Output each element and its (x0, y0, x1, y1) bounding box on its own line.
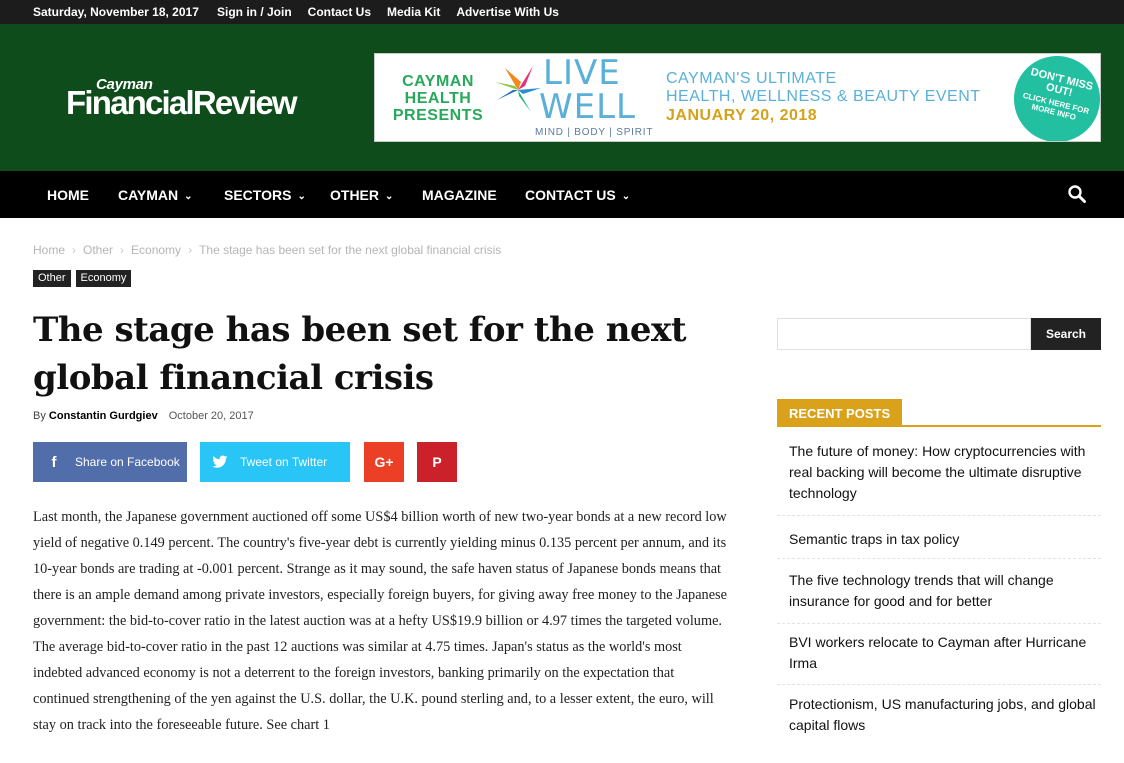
contact-us-link[interactable]: Contact Us (308, 5, 371, 19)
article-title: The stage has been set for the next glob… (33, 310, 687, 398)
nav-magazine[interactable]: MAGAZINE (422, 187, 497, 203)
sidebar-search: Search (777, 318, 1101, 350)
media-kit-link[interactable]: Media Kit (387, 5, 440, 19)
chevron-down-icon: ⌄ (184, 191, 193, 202)
top-links: Sign in / Join Contact Us Media Kit Adve… (217, 5, 559, 19)
advertise-link[interactable]: Advertise With Us (456, 5, 559, 19)
current-date: Saturday, November 18, 2017 (33, 5, 199, 19)
banner-tagline: MIND | BODY | SPIRIT (535, 127, 654, 138)
breadcrumb-home[interactable]: Home (33, 243, 65, 257)
twitter-icon (212, 455, 228, 468)
banner-ultimate: CAYMAN'S ULTIMATE (666, 70, 837, 87)
breadcrumb-economy[interactable]: Economy (131, 243, 181, 257)
article-body: Last month, the Japanese government auct… (33, 509, 727, 733)
nav-sectors[interactable]: SECTORS ⌄ (224, 187, 306, 203)
share-google-plus-button[interactable]: G+ (364, 442, 404, 482)
recent-post-1[interactable]: The future of money: How cryptocurrencie… (789, 441, 1099, 504)
chevron-down-icon: ⌄ (297, 191, 306, 202)
recent-post-3[interactable]: The five technology trends that will cha… (789, 570, 1099, 612)
share-facebook-button[interactable]: f Share on Facebook (33, 442, 187, 482)
recent-posts-header: RECENT POSTS (777, 399, 1101, 427)
nav-other[interactable]: OTHER ⌄ (330, 187, 393, 203)
share-pinterest-button[interactable]: P (417, 442, 457, 482)
nav-contact-us[interactable]: CONTACT US ⌄ (525, 187, 630, 203)
banner-presents: CAYMAN HEALTH PRESENTS (392, 73, 484, 124)
tag-economy[interactable]: Economy (75, 270, 132, 287)
tag-other[interactable]: Other (33, 270, 71, 287)
author-link[interactable]: Constantin Gurdgiev (49, 410, 158, 422)
breadcrumb-current: The stage has been set for the next glob… (199, 243, 502, 257)
search-input[interactable] (777, 318, 1031, 350)
ad-banner[interactable]: CAYMAN HEALTH PRESENTS LIVE WELL MIND | … (374, 53, 1101, 142)
recent-post-2[interactable]: Semantic traps in tax policy (789, 529, 1099, 550)
breadcrumb-other[interactable]: Other (83, 243, 113, 257)
banner-event: HEALTH, WELLNESS & BEAUTY EVENT (666, 88, 981, 105)
byline: By Constantin Gurdgiev October 20, 2017 (33, 410, 254, 422)
nav-cayman[interactable]: CAYMAN ⌄ (118, 187, 193, 203)
nav-home[interactable]: HOME (47, 187, 89, 203)
main-nav: HOME CAYMAN ⌄ SECTORS ⌄ OTHER ⌄ MAGAZINE CO… (0, 171, 1124, 218)
publish-date: October 20, 2017 (168, 410, 254, 422)
recent-post-4[interactable]: BVI workers relocate to Cayman after Hur… (789, 632, 1099, 674)
share-twitter-button[interactable]: Tweet on Twitter (200, 442, 350, 482)
banner-date: JANUARY 20, 2018 (666, 107, 818, 124)
flower-logo-icon (495, 66, 541, 112)
breadcrumb: Home › Other › Economy › The stage has been se… (33, 243, 502, 257)
search-icon[interactable] (1067, 184, 1087, 204)
dont-miss-badge[interactable]: DON'T MISS OUT! CLICK HERE FOR MORE INFO (1004, 54, 1100, 141)
site-header: Cayman FinancialReview CAYMAN HEALTH PRE… (0, 24, 1124, 171)
recent-posts-label: RECENT POSTS (777, 399, 903, 427)
category-tags: Other Economy (33, 270, 132, 287)
chevron-down-icon: ⌄ (621, 191, 631, 202)
chevron-down-icon: ⌄ (385, 191, 394, 202)
top-bar: Saturday, November 18, 2017 Sign in / Jo… (0, 0, 1124, 24)
recent-post-5[interactable]: Protectionism, US manufacturing jobs, an… (789, 694, 1099, 736)
sign-in-link[interactable]: Sign in / Join (217, 5, 292, 19)
search-button[interactable]: Search (1031, 318, 1101, 350)
logo-financial-review: FinancialReview (66, 84, 298, 121)
banner-well: WELL (539, 87, 636, 127)
banner-live: LIVE (543, 53, 621, 93)
facebook-icon: f (51, 453, 57, 471)
